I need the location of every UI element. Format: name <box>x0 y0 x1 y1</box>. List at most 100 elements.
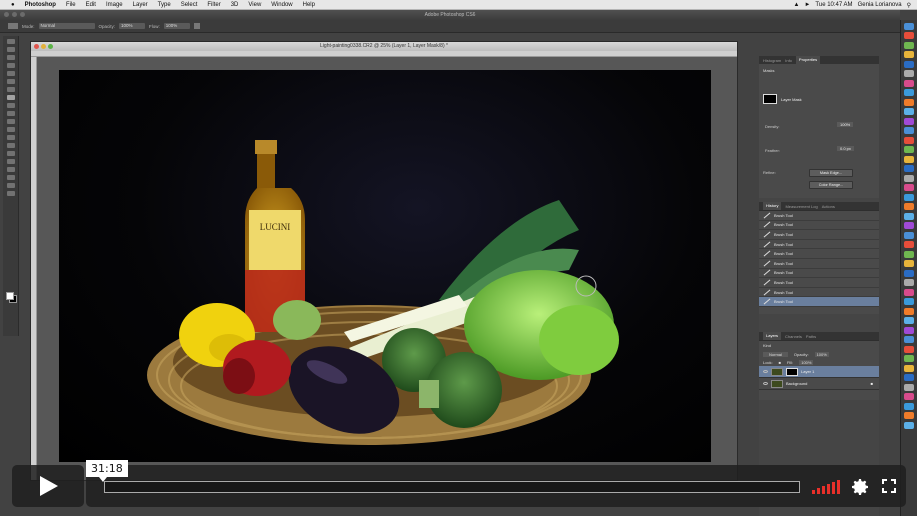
dock-app-icon[interactable] <box>904 402 914 410</box>
menu-app-photoshop[interactable]: Photoshop <box>20 0 61 9</box>
dock-app-icon[interactable] <box>904 298 914 305</box>
dock-app-icon[interactable] <box>904 174 914 182</box>
color-range-button[interactable]: Color Range... <box>809 181 853 189</box>
lasso-tool-icon[interactable] <box>7 55 15 60</box>
dock-app-icon[interactable] <box>904 412 914 419</box>
pen-tool-icon[interactable] <box>7 151 15 156</box>
dock-app-icon[interactable] <box>904 108 914 115</box>
dock-app-icon[interactable] <box>904 260 914 267</box>
history-brush-tool-icon[interactable] <box>7 111 15 116</box>
dock-app-icon[interactable] <box>904 127 914 134</box>
mask-edge-button[interactable]: Mask Edge... <box>809 169 853 177</box>
flow-input[interactable]: 100% <box>163 23 190 29</box>
dock-app-icon[interactable] <box>904 165 914 172</box>
settings-gear-icon[interactable] <box>850 477 870 497</box>
lock-icon[interactable]: ■ <box>779 360 781 365</box>
opacity-input[interactable]: 100% <box>119 23 146 29</box>
dock-app-icon[interactable] <box>904 374 914 381</box>
dock-app-icon[interactable] <box>904 393 914 400</box>
visibility-eye-icon[interactable] <box>763 382 768 385</box>
zoom-window-button[interactable] <box>20 12 25 17</box>
menu-window[interactable]: Window <box>266 0 297 9</box>
path-select-tool-icon[interactable] <box>7 167 15 172</box>
layer-filter-kind[interactable]: Kind <box>759 341 879 350</box>
volume-icon[interactable] <box>812 480 840 494</box>
close-window-button[interactable] <box>4 12 9 17</box>
layer-row-background[interactable]: Background ■ <box>759 378 879 390</box>
dock-app-icon[interactable] <box>904 22 914 30</box>
tab-properties[interactable]: Properties <box>795 56 821 64</box>
dock-app-icon[interactable] <box>904 269 914 277</box>
wifi-icon[interactable]: ▲ <box>794 2 800 8</box>
dock-app-icon[interactable] <box>904 326 914 334</box>
eraser-tool-icon[interactable] <box>7 119 15 124</box>
foreground-color-swatch[interactable] <box>6 292 14 300</box>
tab-measurement-log[interactable]: Measurement Log <box>785 204 817 209</box>
dock-app-icon[interactable] <box>904 193 914 201</box>
image-canvas[interactable]: LUCINI <box>59 70 711 462</box>
history-item-selected[interactable]: Brush Tool <box>759 297 879 307</box>
dock-app-icon[interactable] <box>904 279 914 286</box>
move-tool-icon[interactable] <box>7 39 15 44</box>
tab-channels[interactable]: Channels <box>785 334 802 339</box>
layer-mask-row[interactable]: Layer Mask <box>763 94 802 104</box>
history-item[interactable]: Brush Tool <box>759 278 879 288</box>
dock-app-icon[interactable] <box>904 98 914 106</box>
dock-app-icon[interactable] <box>904 79 914 87</box>
crop-tool-icon[interactable] <box>7 71 15 76</box>
menu-view[interactable]: View <box>243 0 266 9</box>
tab-layers[interactable]: Layers <box>763 332 782 340</box>
fullscreen-icon[interactable] <box>881 478 897 494</box>
clone-stamp-tool-icon[interactable] <box>7 103 15 108</box>
blur-tool-icon[interactable] <box>7 135 15 140</box>
vertical-ruler[interactable] <box>31 57 37 480</box>
layer-mask-thumbnail[interactable] <box>786 367 798 376</box>
dock-app-icon[interactable] <box>904 288 914 296</box>
document-tab[interactable]: Light-painting0338.CR2 @ 25% (Layer 1, L… <box>31 42 737 51</box>
dock-app-icon[interactable] <box>904 317 914 324</box>
horizontal-ruler[interactable] <box>31 51 737 57</box>
zoom-tool-icon[interactable] <box>7 191 15 196</box>
dock-app-icon[interactable] <box>904 383 914 391</box>
dock-app-icon[interactable] <box>904 184 914 191</box>
menu-image[interactable]: Image <box>101 0 128 9</box>
gradient-tool-icon[interactable] <box>7 127 15 132</box>
dock-app-icon[interactable] <box>904 60 914 68</box>
dock-app-icon[interactable] <box>904 32 914 39</box>
blend-mode-select[interactable]: Normal <box>763 351 788 357</box>
menu-filter[interactable]: Filter <box>202 0 225 9</box>
volume-icon[interactable]: ► <box>804 2 810 8</box>
menubar-clock[interactable]: Tue 10:47 AM <box>815 2 852 8</box>
menu-select[interactable]: Select <box>176 0 203 9</box>
dock-app-icon[interactable] <box>904 336 914 343</box>
menu-help[interactable]: Help <box>298 0 320 9</box>
dock-app-icon[interactable] <box>904 231 914 239</box>
play-button[interactable] <box>12 465 84 507</box>
dock-app-icon[interactable] <box>904 421 914 429</box>
dock-app-icon[interactable] <box>904 345 914 353</box>
history-item[interactable]: Brush Tool <box>759 211 879 221</box>
history-item[interactable]: Brush Tool <box>759 240 879 250</box>
mode-select[interactable]: Normal <box>38 23 95 29</box>
menu-edit[interactable]: Edit <box>81 0 101 9</box>
tab-histogram[interactable]: Histogram <box>763 58 781 63</box>
tab-info[interactable]: Info <box>785 58 792 63</box>
dock-app-icon[interactable] <box>904 355 914 362</box>
visibility-eye-icon[interactable] <box>763 370 768 373</box>
layer-opacity-input[interactable]: 100% <box>814 351 829 357</box>
dock-app-icon[interactable] <box>904 89 914 96</box>
fill-input[interactable]: 100% <box>799 359 814 365</box>
dock-app-icon[interactable] <box>904 155 914 163</box>
marquee-tool-icon[interactable] <box>7 47 15 52</box>
dock-app-icon[interactable] <box>904 364 914 372</box>
menu-3d[interactable]: 3D <box>226 0 244 9</box>
type-tool-icon[interactable] <box>7 159 15 164</box>
history-item[interactable]: Brush Tool <box>759 269 879 279</box>
dodge-tool-icon[interactable] <box>7 143 15 148</box>
doc-zoom-button[interactable] <box>48 44 53 49</box>
history-item[interactable]: Brush Tool <box>759 221 879 231</box>
menu-type[interactable]: Type <box>153 0 176 9</box>
progress-bar[interactable] <box>104 481 800 493</box>
dock-app-icon[interactable] <box>904 70 914 77</box>
dock-app-icon[interactable] <box>904 212 914 220</box>
